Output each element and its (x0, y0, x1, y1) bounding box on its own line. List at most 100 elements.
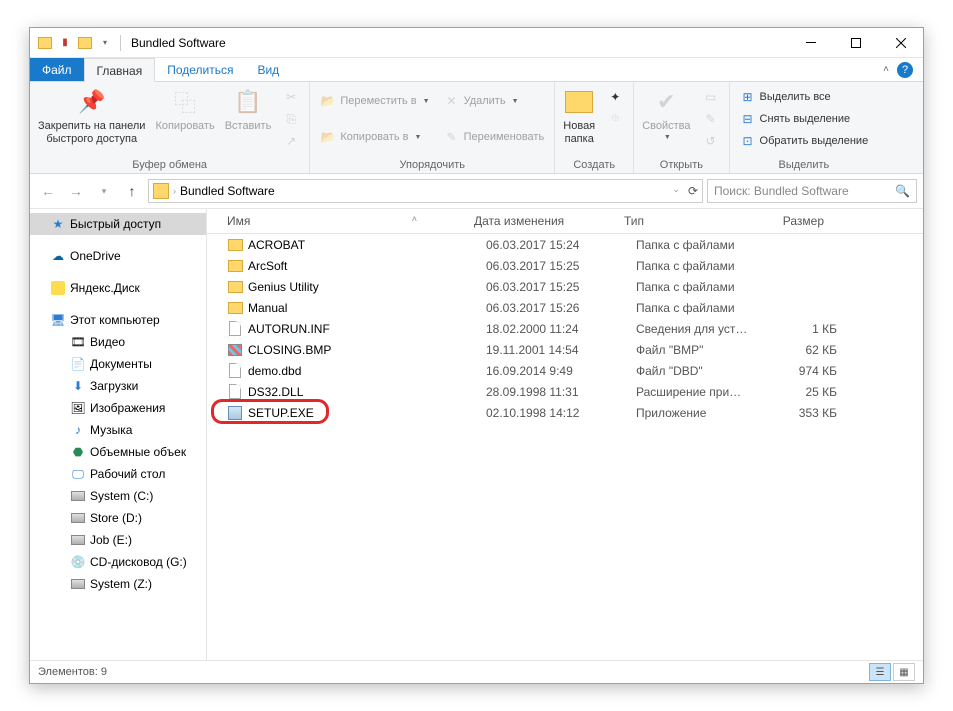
sidebar-item-music[interactable]: ♪Музыка (30, 419, 206, 441)
addressbar[interactable]: › Bundled Software ⌄ ⟳ (148, 179, 703, 203)
ribbon-collapse-icon[interactable]: ˄ (883, 64, 889, 75)
newfolder-button[interactable]: Новая папка (559, 84, 599, 147)
sidebar-item-drive-c[interactable]: System (C:) (30, 485, 206, 507)
paste-button[interactable]: 📋 Вставить (221, 84, 276, 134)
folder-icon (227, 258, 243, 274)
file-row[interactable]: ACROBAT06.03.2017 15:24Папка с файлами (207, 234, 923, 255)
qat-customize-icon[interactable]: ▾ (96, 34, 114, 52)
sidebar-item-downloads[interactable]: ⬇Загрузки (30, 375, 206, 397)
file-name: CLOSING.BMP (248, 343, 331, 357)
sidebar-item-3dobjects[interactable]: ⬣Объемные объек (30, 441, 206, 463)
cut-button[interactable]: ✂ (277, 86, 305, 108)
window-title: Bundled Software (131, 36, 226, 50)
file-list-body[interactable]: ACROBAT06.03.2017 15:24Папка с файламиAr… (207, 234, 923, 660)
search-input[interactable]: Поиск: Bundled Software 🔍 (707, 179, 917, 203)
sidebar-item-documents[interactable]: 📄Документы (30, 353, 206, 375)
moveto-icon: 📂 (320, 93, 336, 109)
pin-quickaccess-button[interactable]: 📌 Закрепить на панели быстрого доступа (34, 84, 149, 147)
file-name: demo.dbd (248, 364, 301, 378)
column-name[interactable]: Имя ˄ (207, 209, 466, 233)
exe-icon (227, 405, 243, 421)
edit-button[interactable]: ✎ (697, 108, 725, 130)
tab-file[interactable]: Файл (30, 58, 84, 81)
easyaccess-button[interactable]: ⯐ (601, 108, 629, 130)
sidebar-item-drive-e[interactable]: Job (E:) (30, 529, 206, 551)
folder-icon (227, 279, 243, 295)
open-button[interactable]: ▭ (697, 86, 725, 108)
properties-button[interactable]: ✔ Свойства ▼ (638, 84, 694, 143)
history-button[interactable]: ↺ (697, 130, 725, 152)
file-row[interactable]: Genius Utility06.03.2017 15:25Папка с фа… (207, 276, 923, 297)
sidebar-item-drive-g[interactable]: 💿CD-дисковод (G:) (30, 551, 206, 573)
navigation-pane[interactable]: ★Быстрый доступ ☁OneDrive Яндекс.Диск 🖥Э… (30, 209, 207, 660)
downloads-icon: ⬇ (70, 378, 86, 394)
file-row[interactable]: demo.dbd16.09.2014 9:49Файл "DBD"974 КБ (207, 360, 923, 381)
tab-home[interactable]: Главная (84, 58, 156, 82)
column-date[interactable]: Дата изменения (466, 209, 616, 233)
rename-button[interactable]: ✎Переименовать (438, 126, 551, 148)
folder-icon (153, 183, 169, 199)
moveto-button[interactable]: 📂Переместить в▼ (314, 90, 435, 112)
easyaccess-icon: ⯐ (607, 111, 623, 127)
column-type[interactable]: Тип (616, 209, 746, 233)
file-size: 62 КБ (758, 343, 853, 357)
tab-view[interactable]: Вид (245, 58, 291, 81)
search-icon[interactable]: 🔍 (895, 184, 910, 198)
newitem-button[interactable]: ✦ (601, 86, 629, 108)
file-row[interactable]: ArcSoft06.03.2017 15:25Папка с файлами (207, 255, 923, 276)
minimize-button[interactable] (788, 28, 833, 57)
copy-button[interactable]: ⿻ Копировать (151, 84, 218, 134)
close-button[interactable] (878, 28, 923, 57)
copyto-button[interactable]: 📂Копировать в▼ (314, 126, 435, 148)
nav-up-button[interactable]: ↑ (120, 179, 144, 203)
sidebar-item-quickaccess[interactable]: ★Быстрый доступ (30, 213, 206, 235)
sidebar-item-yandexdisk[interactable]: Яндекс.Диск (30, 277, 206, 299)
file-type: Приложение (628, 406, 758, 420)
file-row[interactable]: AUTORUN.INF18.02.2000 11:24Сведения для … (207, 318, 923, 339)
file-date: 02.10.1998 14:12 (478, 406, 628, 420)
help-icon[interactable]: ? (897, 62, 913, 78)
view-details-button[interactable]: ☰ (869, 663, 891, 681)
file-row[interactable]: Manual06.03.2017 15:26Папка с файлами (207, 297, 923, 318)
view-largeicons-button[interactable]: ▦ (893, 663, 915, 681)
folder-icon (227, 237, 243, 253)
file-icon (227, 363, 243, 379)
pictures-icon: 🖼 (70, 400, 86, 416)
selectall-button[interactable]: ⊞Выделить все (734, 86, 875, 108)
selectnone-button[interactable]: ⊟Снять выделение (734, 108, 875, 130)
file-row[interactable]: SETUP.EXE02.10.1998 14:12Приложение353 К… (207, 402, 923, 423)
sidebar-item-pictures[interactable]: 🖼Изображения (30, 397, 206, 419)
pasteshortcut-button[interactable]: ↗ (277, 130, 305, 152)
copypath-button[interactable]: ⎘ (277, 108, 305, 130)
delete-button[interactable]: ✕Удалить▼ (438, 90, 551, 112)
tab-share[interactable]: Поделиться (155, 58, 245, 81)
maximize-button[interactable] (833, 28, 878, 57)
sidebar-item-videos[interactable]: 🎞Видео (30, 331, 206, 353)
sidebar-item-drive-z[interactable]: System (Z:) (30, 573, 206, 595)
ribbon-label-organize: Упорядочить (314, 157, 550, 173)
cut-icon: ✂ (283, 89, 299, 105)
file-date: 06.03.2017 15:24 (478, 238, 628, 252)
chevron-right-icon[interactable]: › (173, 186, 176, 196)
music-icon: ♪ (70, 422, 86, 438)
refresh-button[interactable]: ⟳ (688, 184, 698, 198)
sidebar-item-onedrive[interactable]: ☁OneDrive (30, 245, 206, 267)
nav-recent-button[interactable]: ▾ (92, 179, 116, 203)
file-type: Папка с файлами (628, 301, 758, 315)
selectinvert-button[interactable]: ⊡Обратить выделение (734, 130, 875, 152)
sidebar-item-drive-d[interactable]: Store (D:) (30, 507, 206, 529)
statusbar: Элементов: 9 ☰ ▦ (30, 660, 923, 683)
column-size[interactable]: Размер (746, 209, 841, 233)
sidebar-item-thispc[interactable]: 🖥Этот компьютер (30, 309, 206, 331)
cd-icon: 💿 (70, 554, 86, 570)
breadcrumb-segment[interactable]: Bundled Software (180, 184, 275, 198)
chevron-down-icon[interactable]: ⌄ (672, 184, 680, 198)
qat-properties-icon[interactable]: ▮ (56, 34, 74, 52)
file-row[interactable]: DS32.DLL28.09.1998 11:31Расширение при…2… (207, 381, 923, 402)
sidebar-item-desktop[interactable]: 🖵Рабочий стол (30, 463, 206, 485)
nav-forward-button[interactable]: → (64, 179, 88, 203)
nav-back-button[interactable]: ← (36, 179, 60, 203)
file-row[interactable]: CLOSING.BMP19.11.2001 14:54Файл "BMP"62 … (207, 339, 923, 360)
ribbon-group-open: ✔ Свойства ▼ ▭ ✎ ↺ Открыть (634, 82, 729, 173)
qat-newfolder-icon[interactable] (76, 34, 94, 52)
